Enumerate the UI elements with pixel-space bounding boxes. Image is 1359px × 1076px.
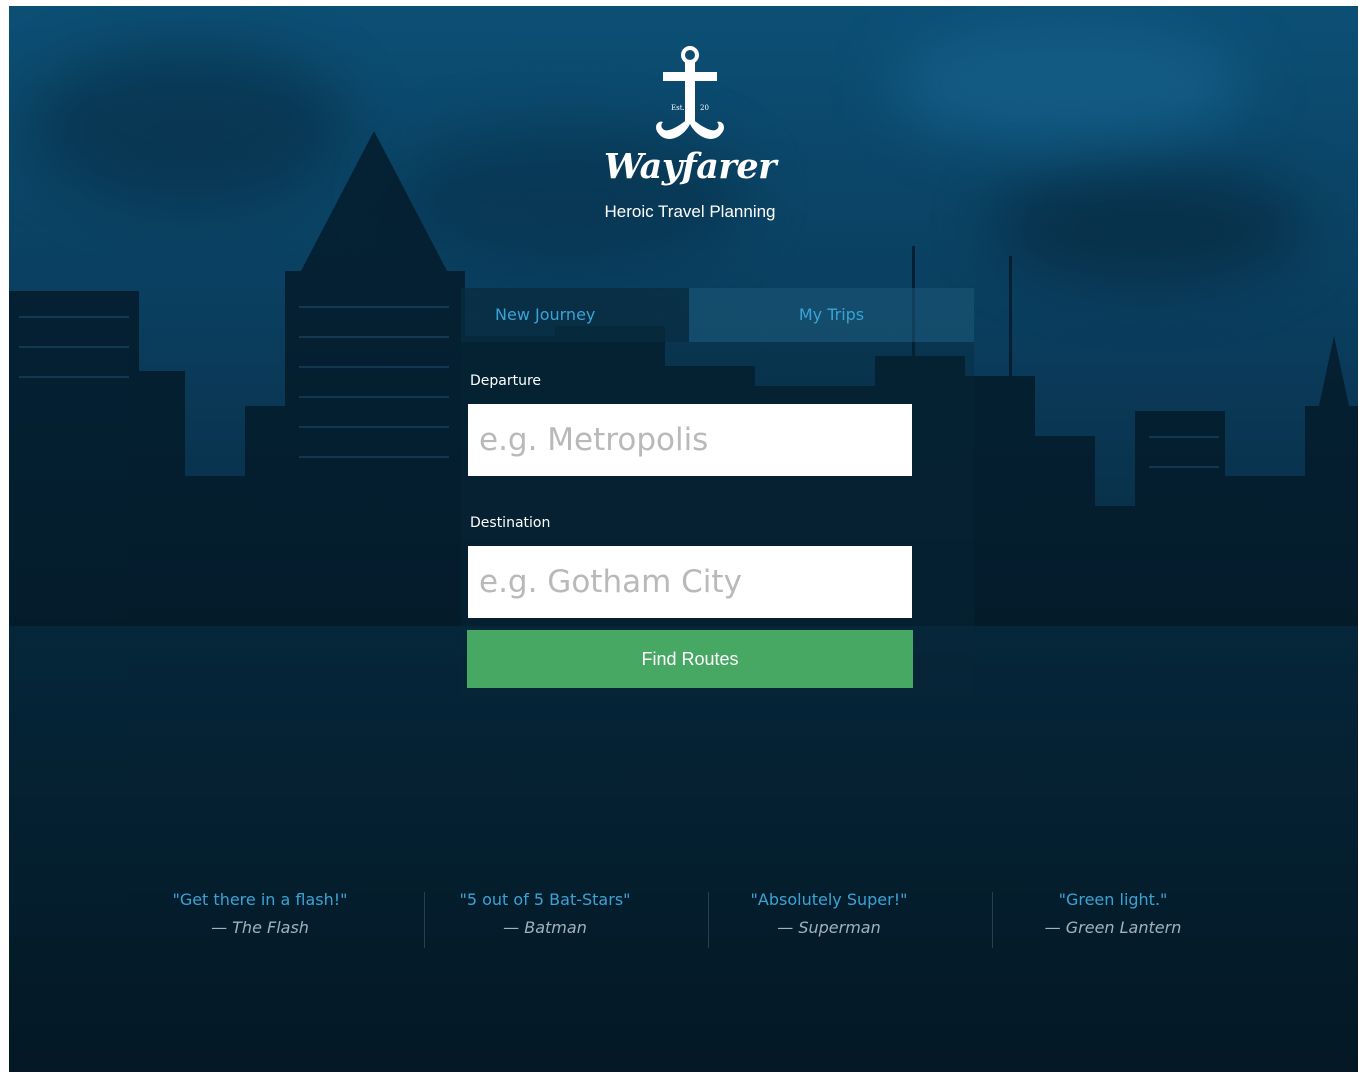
- testimonial-quote: "5 out of 5 Bat-Stars": [459, 890, 631, 909]
- tab-bar: New Journey My Trips: [461, 288, 974, 342]
- testimonial-author: — The Flash: [211, 918, 309, 937]
- testimonial-author: — Green Lantern: [1044, 918, 1182, 937]
- testimonials: "Get there in a flash!" — The Flash "5 o…: [9, 886, 1358, 956]
- testimonial-quote: "Green light.": [1058, 890, 1168, 909]
- testimonial-item: "Absolutely Super!" — Superman: [687, 886, 971, 942]
- brand-tagline: Heroic Travel Planning: [604, 202, 776, 221]
- logo-est-text: Est.: [671, 104, 685, 112]
- tab-my-trips[interactable]: My Trips: [689, 288, 974, 342]
- testimonial-author: — Batman: [503, 918, 587, 937]
- brand-wordmark: Wayfarer: [603, 146, 777, 187]
- destination-label: Destination: [470, 515, 551, 531]
- destination-input[interactable]: [468, 546, 912, 618]
- testimonial-item: "5 out of 5 Bat-Stars" — Batman: [403, 886, 687, 942]
- testimonial-item: "Get there in a flash!" — The Flash: [118, 886, 402, 942]
- departure-label: Departure: [470, 373, 542, 389]
- tab-new-journey[interactable]: New Journey: [461, 288, 689, 342]
- anchor-mustache-icon: Est. 20: [656, 46, 724, 139]
- testimonial-item: "Green light." — Green Lantern: [971, 886, 1255, 942]
- testimonial-quote: "Get there in a flash!": [172, 890, 348, 909]
- logo-year-text: 20: [700, 104, 709, 112]
- journey-panel: New Journey My Trips Departure Destinati…: [461, 288, 974, 698]
- hero-background: Est. 20 Wayfarer Heroic Travel Planning …: [9, 6, 1358, 1072]
- testimonial-quote: "Absolutely Super!": [750, 890, 908, 909]
- find-routes-button[interactable]: Find Routes: [467, 630, 913, 688]
- departure-input[interactable]: [468, 404, 912, 476]
- testimonial-author: — Superman: [777, 918, 881, 937]
